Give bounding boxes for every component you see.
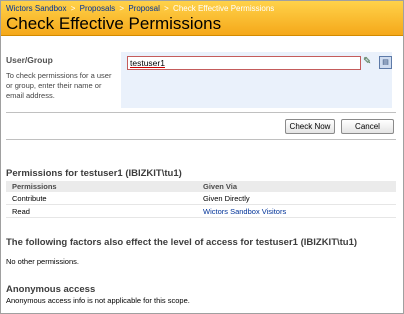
check-names-icon[interactable]: ✎ xyxy=(363,56,375,68)
cancel-button[interactable]: Cancel xyxy=(341,119,394,134)
address-book-icon[interactable]: ▤ xyxy=(379,56,392,69)
breadcrumb-separator: > xyxy=(164,4,169,13)
permission-cell: Contribute xyxy=(12,194,47,203)
breadcrumb-separator: > xyxy=(70,4,76,13)
given-via-cell: Given Directly xyxy=(203,194,250,203)
column-header-permissions: Permissions xyxy=(12,182,57,191)
breadcrumb-link-proposal[interactable]: Proposal xyxy=(128,4,160,13)
page-frame: Wictors Sandbox > Proposals > Proposal >… xyxy=(0,0,404,314)
breadcrumb-link-site[interactable]: Wictors Sandbox xyxy=(6,4,66,13)
page-header: Wictors Sandbox > Proposals > Proposal >… xyxy=(1,1,403,36)
permission-cell: Read xyxy=(12,207,30,216)
permissions-table-header: Permissions Given Via xyxy=(6,181,396,192)
user-group-description: To check permissions for a user or group… xyxy=(6,71,112,100)
factors-title: The following factors also effect the le… xyxy=(6,237,358,248)
breadcrumb-link-proposals[interactable]: Proposals xyxy=(80,4,116,13)
check-now-button[interactable]: Check Now xyxy=(285,119,335,134)
table-row: Contribute Given Directly xyxy=(6,193,396,205)
anonymous-access-title: Anonymous access xyxy=(6,284,96,295)
column-header-given-via: Given Via xyxy=(203,182,238,191)
user-group-section: User/Group To check permissions for a us… xyxy=(6,55,116,101)
user-group-title: User/Group xyxy=(6,55,53,65)
given-via-link[interactable]: Wictors Sandbox Visitors xyxy=(203,207,286,216)
table-row: Read Wictors Sandbox Visitors xyxy=(6,206,396,218)
page-title: Check Effective Permissions xyxy=(6,14,222,33)
user-group-input-value: testuser1 xyxy=(130,58,165,68)
breadcrumb-separator: > xyxy=(119,4,125,13)
factors-text: No other permissions. xyxy=(6,257,79,266)
anonymous-access-text: Anonymous access info is not applicable … xyxy=(6,296,190,305)
divider xyxy=(6,112,396,113)
breadcrumb: Wictors Sandbox > Proposals > Proposal >… xyxy=(6,4,274,13)
breadcrumb-current: Check Effective Permissions xyxy=(173,4,275,13)
permissions-title: Permissions for testuser1 (IBIZKIT\tu1) xyxy=(6,168,182,179)
divider xyxy=(6,139,396,140)
user-group-input-area: testuser1 ✎ ▤ xyxy=(121,52,392,108)
user-group-input[interactable]: testuser1 xyxy=(127,56,361,70)
